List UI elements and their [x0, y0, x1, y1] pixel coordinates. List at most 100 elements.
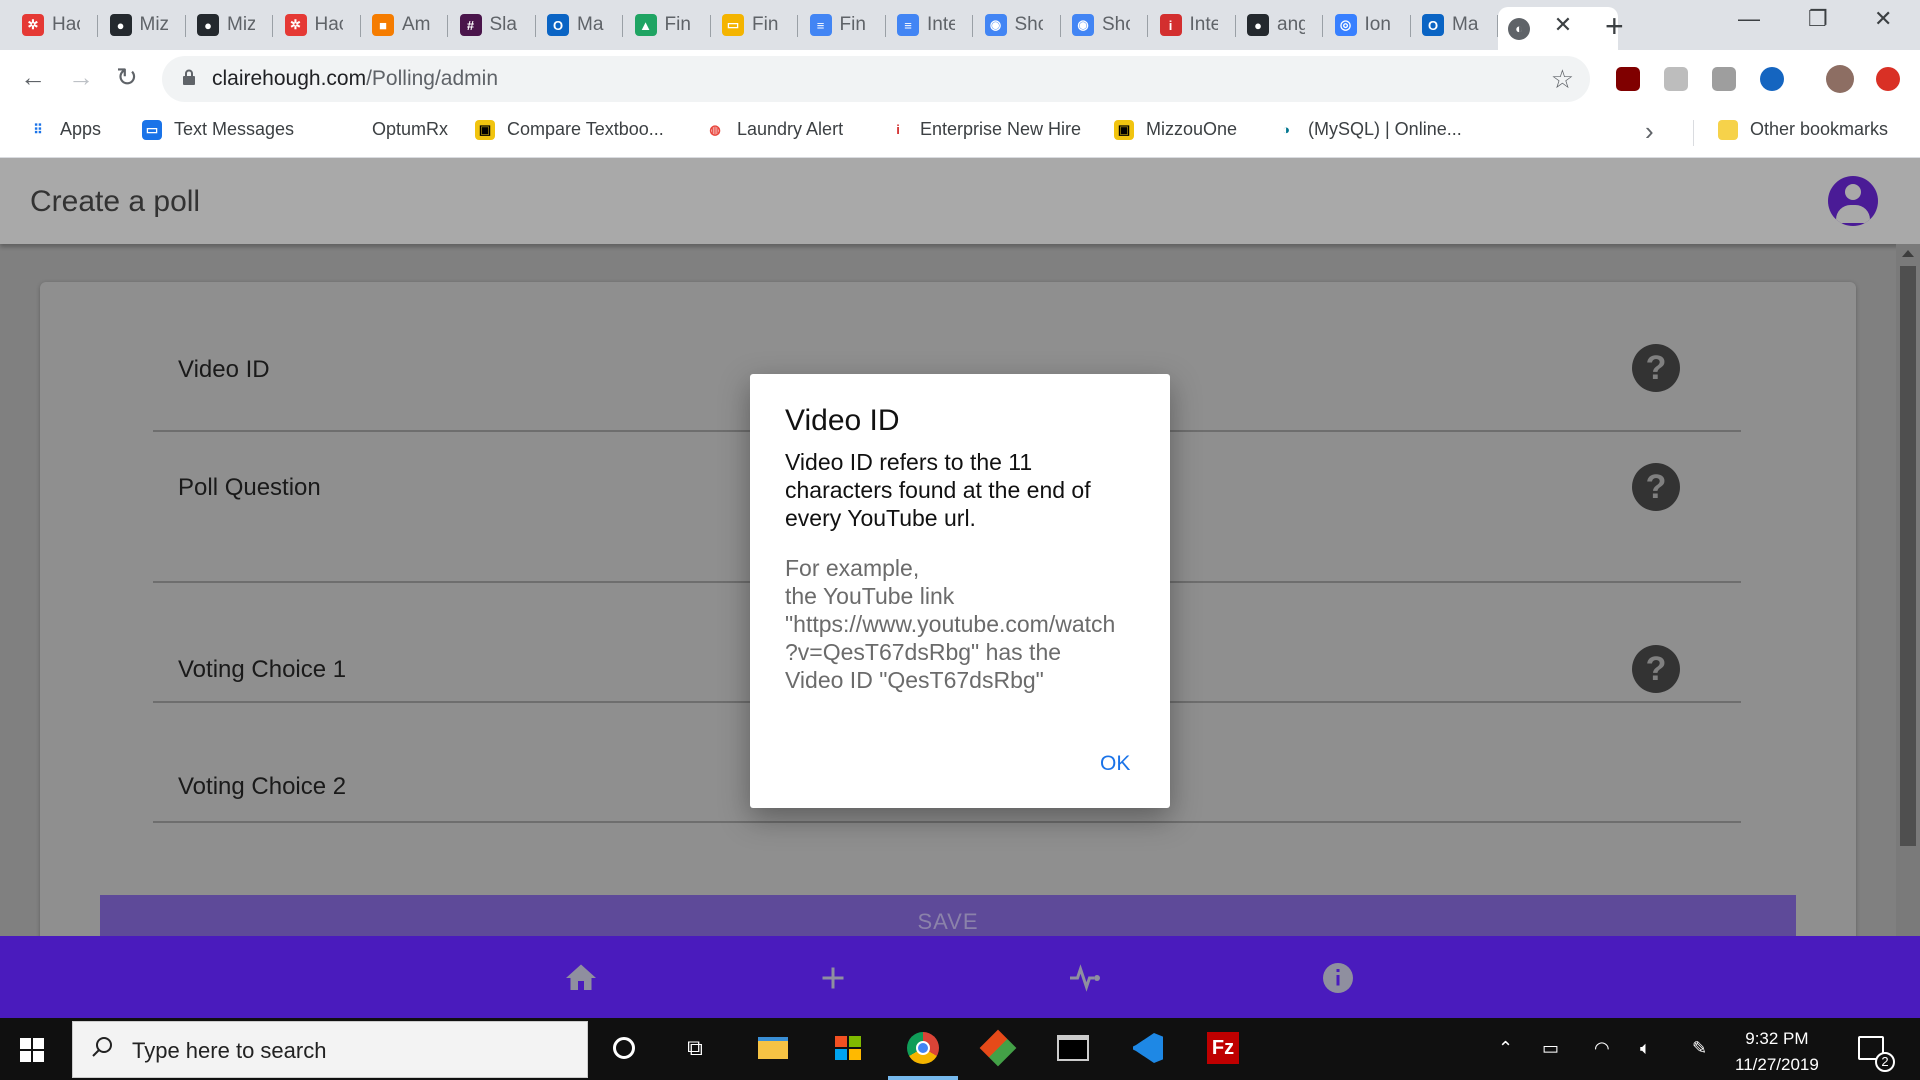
tab-label: Inte — [927, 14, 955, 35]
bookmark-label: OptumRx — [372, 119, 449, 139]
new-tab-button[interactable]: + — [1605, 8, 1624, 45]
browser-tab[interactable]: ■ Am — [362, 7, 446, 43]
window-close-icon[interactable]: ✕ — [1874, 6, 1892, 32]
example-line: ?v=QesT67dsRbg" has the — [785, 639, 1062, 665]
add-icon[interactable] — [815, 960, 851, 996]
volume-icon[interactable]: 🔈︎ — [1640, 1038, 1651, 1059]
bookmark-item[interactable]: ▣ Compare Textboo... — [475, 119, 664, 140]
dialog-example: For example, the YouTube link "https://w… — [785, 554, 1145, 694]
browser-tab[interactable]: # Sla — [450, 7, 534, 43]
slides-icon: ▭ — [722, 14, 744, 36]
tab-label: Inte — [1189, 14, 1218, 35]
apps-grid-icon: ⠿ — [28, 119, 48, 140]
browser-tab[interactable]: O Ma — [1412, 7, 1496, 43]
close-tab-icon[interactable]: ✕ — [1550, 12, 1576, 38]
tab-separator — [97, 15, 98, 37]
chrome-icon[interactable] — [903, 1030, 943, 1066]
bookmark-label: Apps — [60, 119, 102, 139]
chevron-right-icon[interactable]: › — [1645, 116, 1654, 147]
sourcetree-icon[interactable] — [978, 1029, 1018, 1067]
reload-icon[interactable]: ↻ — [116, 62, 138, 93]
docs-icon: ≡ — [809, 14, 832, 36]
tab-separator — [272, 15, 273, 37]
browser-tab[interactable]: ◉ Sho — [1062, 7, 1146, 43]
taskbar-search-box[interactable]: Type here to search — [72, 1021, 588, 1078]
terminal-icon[interactable] — [1053, 1030, 1093, 1066]
tab-label: Miz — [139, 14, 168, 35]
home-icon[interactable] — [563, 960, 599, 996]
textbook-icon: ▣ — [475, 119, 495, 140]
help-icon[interactable]: ? — [1632, 344, 1680, 392]
restore-icon[interactable]: ❐ — [1808, 6, 1828, 32]
info-i-icon: i — [1159, 14, 1182, 36]
forward-arrow-icon[interactable]: → — [68, 62, 94, 93]
account-avatar-icon[interactable] — [1828, 176, 1878, 226]
address-bar[interactable]: clairehough.com/Polling/admin ☆ — [162, 56, 1590, 102]
other-bookmarks[interactable]: Other bookmarks — [1718, 119, 1888, 140]
browser-tab[interactable]: ● Miz — [187, 7, 271, 43]
extension-icon[interactable] — [1664, 67, 1688, 91]
example-line: Video ID "QesT67dsRbg" — [785, 667, 1044, 693]
date: 11/27/2019 — [1735, 1055, 1819, 1074]
help-icon[interactable]: ? — [1632, 463, 1680, 511]
mizzou-icon: ▣ — [1114, 119, 1134, 140]
browser-tab[interactable]: ◎ Ion — [1325, 7, 1409, 43]
store-icon[interactable] — [828, 1030, 868, 1066]
field-label: Voting Choice 1 — [178, 656, 347, 683]
laundry-icon: ◍ — [705, 119, 725, 140]
battery-icon[interactable]: ▭ — [1542, 1038, 1559, 1059]
browser-tab[interactable]: ✲ Hac — [275, 7, 359, 43]
help-icon[interactable]: ? — [1632, 645, 1680, 693]
cortana-icon[interactable] — [604, 1030, 644, 1066]
bookmark-star-icon[interactable]: ☆ — [1551, 64, 1574, 95]
browser-tab[interactable]: i Inte — [1150, 7, 1234, 43]
url-text: clairehough.com/Polling/admin — [212, 67, 498, 90]
filezilla-icon[interactable]: Fz — [1203, 1030, 1243, 1066]
extension-icon[interactable] — [1712, 67, 1736, 91]
scrollbar[interactable] — [1896, 244, 1920, 1018]
bookmark-item[interactable]: ◍ Laundry Alert — [705, 119, 843, 140]
ublock-extension-icon[interactable] — [1616, 67, 1640, 91]
scroll-up-icon[interactable] — [1902, 250, 1914, 257]
profile-avatar[interactable] — [1826, 65, 1854, 93]
back-arrow-icon[interactable]: ← — [20, 62, 46, 93]
scrollbar-thumb[interactable] — [1900, 266, 1916, 846]
tab-label: Sla — [489, 14, 517, 35]
show-hidden-icons[interactable]: ⌃ — [1498, 1038, 1513, 1059]
browser-tab[interactable]: ▭ Fin — [712, 7, 796, 43]
minimize-icon[interactable]: — — [1738, 6, 1760, 32]
vscode-icon[interactable] — [1128, 1030, 1168, 1066]
tab-separator — [622, 15, 623, 37]
tab-label: Hac — [314, 14, 343, 35]
ok-button[interactable]: OK — [1100, 752, 1130, 776]
bookmark-item[interactable]: i Enterprise New Hire — [888, 119, 1081, 140]
task-view-icon[interactable]: ⧉ — [675, 1030, 715, 1066]
browser-tab[interactable]: ✲ Hac — [12, 7, 96, 43]
windows-start-icon[interactable] — [20, 1038, 44, 1062]
browser-tab[interactable]: ◉ Sho — [975, 7, 1059, 43]
file-explorer-icon[interactable] — [753, 1030, 793, 1066]
bookmark-item[interactable]: ▣ MizzouOne — [1114, 119, 1237, 140]
bookmark-item[interactable]: ▭ Text Messages — [142, 119, 294, 140]
browser-tab[interactable]: ≡ Fin — [800, 7, 884, 43]
bookmark-item[interactable]: ⠿ Apps — [28, 119, 101, 140]
browser-tab[interactable]: ▲ Fin — [625, 7, 709, 43]
dialog-title: Video ID — [785, 404, 900, 437]
pen-icon[interactable]: ✎ — [1692, 1038, 1707, 1059]
tab-separator — [884, 15, 886, 37]
tab-label: Ma — [1452, 14, 1479, 35]
tab-label: Fin — [664, 14, 691, 35]
pulse-icon[interactable] — [1067, 960, 1103, 996]
browser-tab[interactable]: O Ma — [537, 7, 621, 43]
browser-tab[interactable]: ≡ Inte — [887, 7, 971, 43]
clock[interactable]: 9:32 PM 11/27/2019 — [1735, 1026, 1819, 1078]
update-icon[interactable] — [1876, 67, 1900, 91]
browser-tab[interactable]: ● Miz — [100, 7, 184, 43]
bookmark-item[interactable]: ◑ (MySQL) | Online... — [1276, 119, 1462, 140]
wifi-icon[interactable]: ◠ — [1594, 1038, 1610, 1059]
tab-separator — [534, 15, 536, 37]
info-icon[interactable] — [1320, 960, 1356, 996]
browser-tab[interactable]: ● ang — [1237, 7, 1321, 43]
extension-icon[interactable] — [1760, 67, 1784, 91]
bookmark-item[interactable]: OptumRx — [340, 119, 448, 140]
